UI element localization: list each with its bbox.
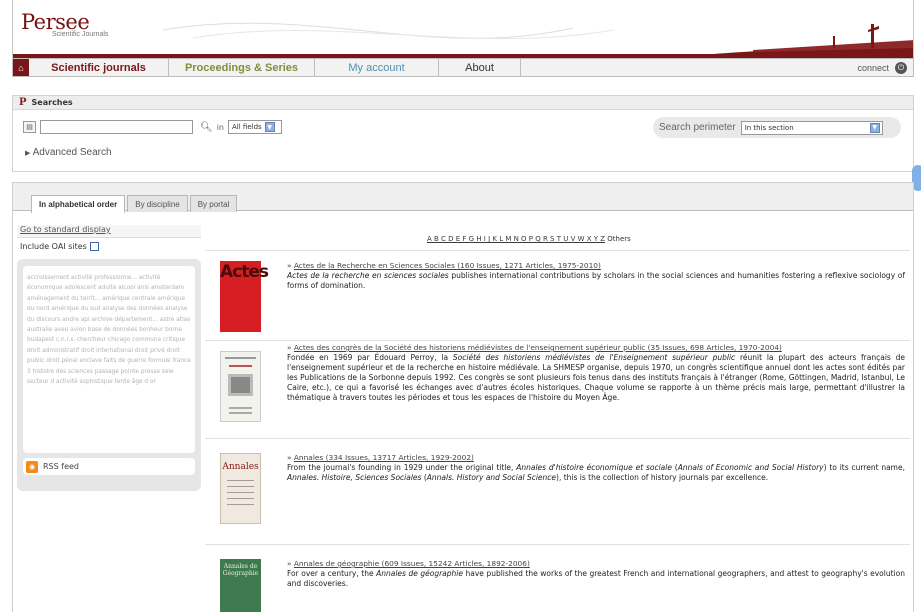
search-row: ▤ 🔍︎ in All fields ▼ [23,120,282,134]
cover-text: Annales [222,462,259,472]
tab-by-portal[interactable]: By portal [189,195,238,212]
desc-italic: Annales de géographie [376,569,463,578]
desc-italic-2: Annals of Economic and Social History [677,463,824,472]
include-oai-checkbox[interactable] [89,242,99,251]
search-history-icon[interactable]: ▤ [23,121,36,133]
chevron-down-icon: ▼ [264,122,275,132]
desc-text-e: ), this is the collection of history jou… [556,473,769,482]
search-panel-header: P Searches [13,96,913,110]
include-oai-option: Include OAI sites [17,238,201,255]
nav-tab-about[interactable]: About [439,59,521,76]
alphabet-others[interactable]: Others [607,235,631,243]
desc-italic-4: Annals. History and Social Science [426,473,557,482]
site-header: Persee Scientific Journals [12,0,914,58]
rss-feed-link[interactable]: ◉ RSS feed [23,458,195,475]
standard-display-link[interactable]: Go to standard display [17,225,201,238]
desc-italic: Société des historiens médiévistes de l'… [452,353,736,362]
bullet-icon: » [287,559,294,568]
header-decoration [13,22,913,58]
nav-tab-my-account[interactable]: My account [315,59,439,76]
desc-italic-3: Annales. Histoire, Sciences Sociales [287,473,422,482]
desc-italic: Actes de la recherche en sciences social… [287,271,449,280]
journal-description: Actes de la recherche en sciences social… [287,271,905,291]
journal-entry: Actes » Actes de la Recherche en Science… [205,250,910,340]
nav-tab-scientific-journals[interactable]: Scientific journals [29,59,169,76]
journal-description: From the journal's founding in 1929 unde… [287,463,905,483]
field-select[interactable]: All fields ▼ [228,120,282,134]
rss-label: RSS feed [43,462,79,471]
search-icon[interactable]: 🔍︎ [200,122,213,133]
alphabet-letters[interactable]: A B C D E F G H I J K L M N O P Q R S T … [427,235,605,243]
desc-text-a: For over a century, the [287,569,377,578]
bullet-icon: » [287,343,294,352]
advanced-search-link[interactable]: ▶ Advanced Search [25,147,112,158]
tab-alphabetical[interactable]: In alphabetical order [31,195,126,213]
journal-title[interactable]: » Actes de la Recherche en Sciences Soci… [287,261,601,270]
desc-text-c: ) to its current name, [823,463,905,472]
home-icon[interactable]: ⌂ [13,59,29,76]
search-perimeter: Search perimeter In this section ▼ [653,117,901,138]
tag-cloud-box: accroissement activité professionne... a… [17,259,201,491]
persee-p-icon: P [19,97,27,108]
journal-entry: Annales » Annales (334 Issues, 13717 Art… [205,438,910,544]
bullet-icon: » [287,261,294,270]
journal-cover-thumbnail[interactable]: Actes [220,261,269,332]
cover-illustration [227,480,254,505]
connect-button[interactable]: connect ⏻ [857,59,913,76]
journal-entry: Annales de Géographie » Annales de géogr… [205,544,910,612]
in-label: in [216,122,224,132]
search-panel-title: Searches [31,98,73,107]
logo-subtitle: Scientific Journals [52,31,109,38]
journal-cover-thumbnail[interactable] [220,351,261,422]
perimeter-select[interactable]: In this section ▼ [740,120,883,135]
desc-text-a: Fondée en 1969 par Édouard Perroy, la [287,353,453,362]
browse-tabs: In alphabetical order By discipline By p… [31,195,238,213]
browse-tabs-bar: In alphabetical order By discipline By p… [13,183,913,213]
cover-text: Actes [220,262,269,282]
tab-by-discipline[interactable]: By discipline [127,195,188,212]
triangle-right-icon: ▶ [25,150,31,157]
left-sidebar: Go to standard display Include OAI sites… [17,225,201,491]
desc-text-a: From the journal's founding in 1929 unde… [287,463,517,472]
tag-cloud[interactable]: accroissement activité professionne... a… [23,266,195,453]
search-panel: P Searches ▤ 🔍︎ in All fields ▼ ▶ Advanc… [12,95,914,172]
journal-title-link[interactable]: Actes des congrès de la Société des hist… [294,343,782,352]
journal-list: Actes » Actes de la Recherche en Science… [205,250,910,612]
persee-logo[interactable]: Persee Scientific Journals [21,10,108,38]
advanced-search-label: Advanced Search [32,147,112,158]
journal-title[interactable]: » Actes des congrès de la Société des hi… [287,343,782,352]
journal-title[interactable]: » Annales (334 Issues, 13717 Articles, 1… [287,453,474,462]
perimeter-select-value: In this section [744,123,794,132]
power-icon: ⏻ [895,61,907,74]
bullet-icon: » [287,453,294,462]
journal-description: Fondée en 1969 par Édouard Perroy, la So… [287,353,905,403]
journal-title-link[interactable]: Actes de la Recherche en Sciences Social… [294,261,601,270]
journal-cover-thumbnail[interactable]: Annales [220,453,261,524]
search-input[interactable] [40,120,193,134]
journal-browser: In alphabetical order By discipline By p… [12,182,914,612]
cover-illustration [225,357,256,414]
journal-title-link[interactable]: Annales (334 Issues, 13717 Articles, 192… [294,453,474,462]
alphabet-index: A B C D E F G H I J K L M N O P Q R S T … [427,235,631,243]
desc-italic-1: Annales d'histoire économique et sociale [516,463,672,472]
nav-tab-proceedings-series[interactable]: Proceedings & Series [169,59,315,76]
include-oai-label: Include OAI sites [20,242,87,251]
field-select-value: All fields [232,123,262,131]
rss-icon: ◉ [26,460,38,473]
journal-cover-thumbnail[interactable]: Annales de Géographie [220,559,261,612]
cover-text: Annales de Géographie [222,563,259,577]
search-perimeter-label: Search perimeter [659,122,736,133]
journal-description: For over a century, the Annales de géogr… [287,569,905,589]
main-nav: ⌂ Scientific journals Proceedings & Seri… [12,58,914,77]
connect-label: connect [857,62,889,73]
journal-title[interactable]: » Annales de géographie (609 Issues, 152… [287,559,530,568]
chevron-down-icon: ▼ [869,122,880,133]
journal-title-link[interactable]: Annales de géographie (609 Issues, 15242… [294,559,530,568]
journal-entry: » Actes des congrès de la Société des hi… [205,340,910,438]
